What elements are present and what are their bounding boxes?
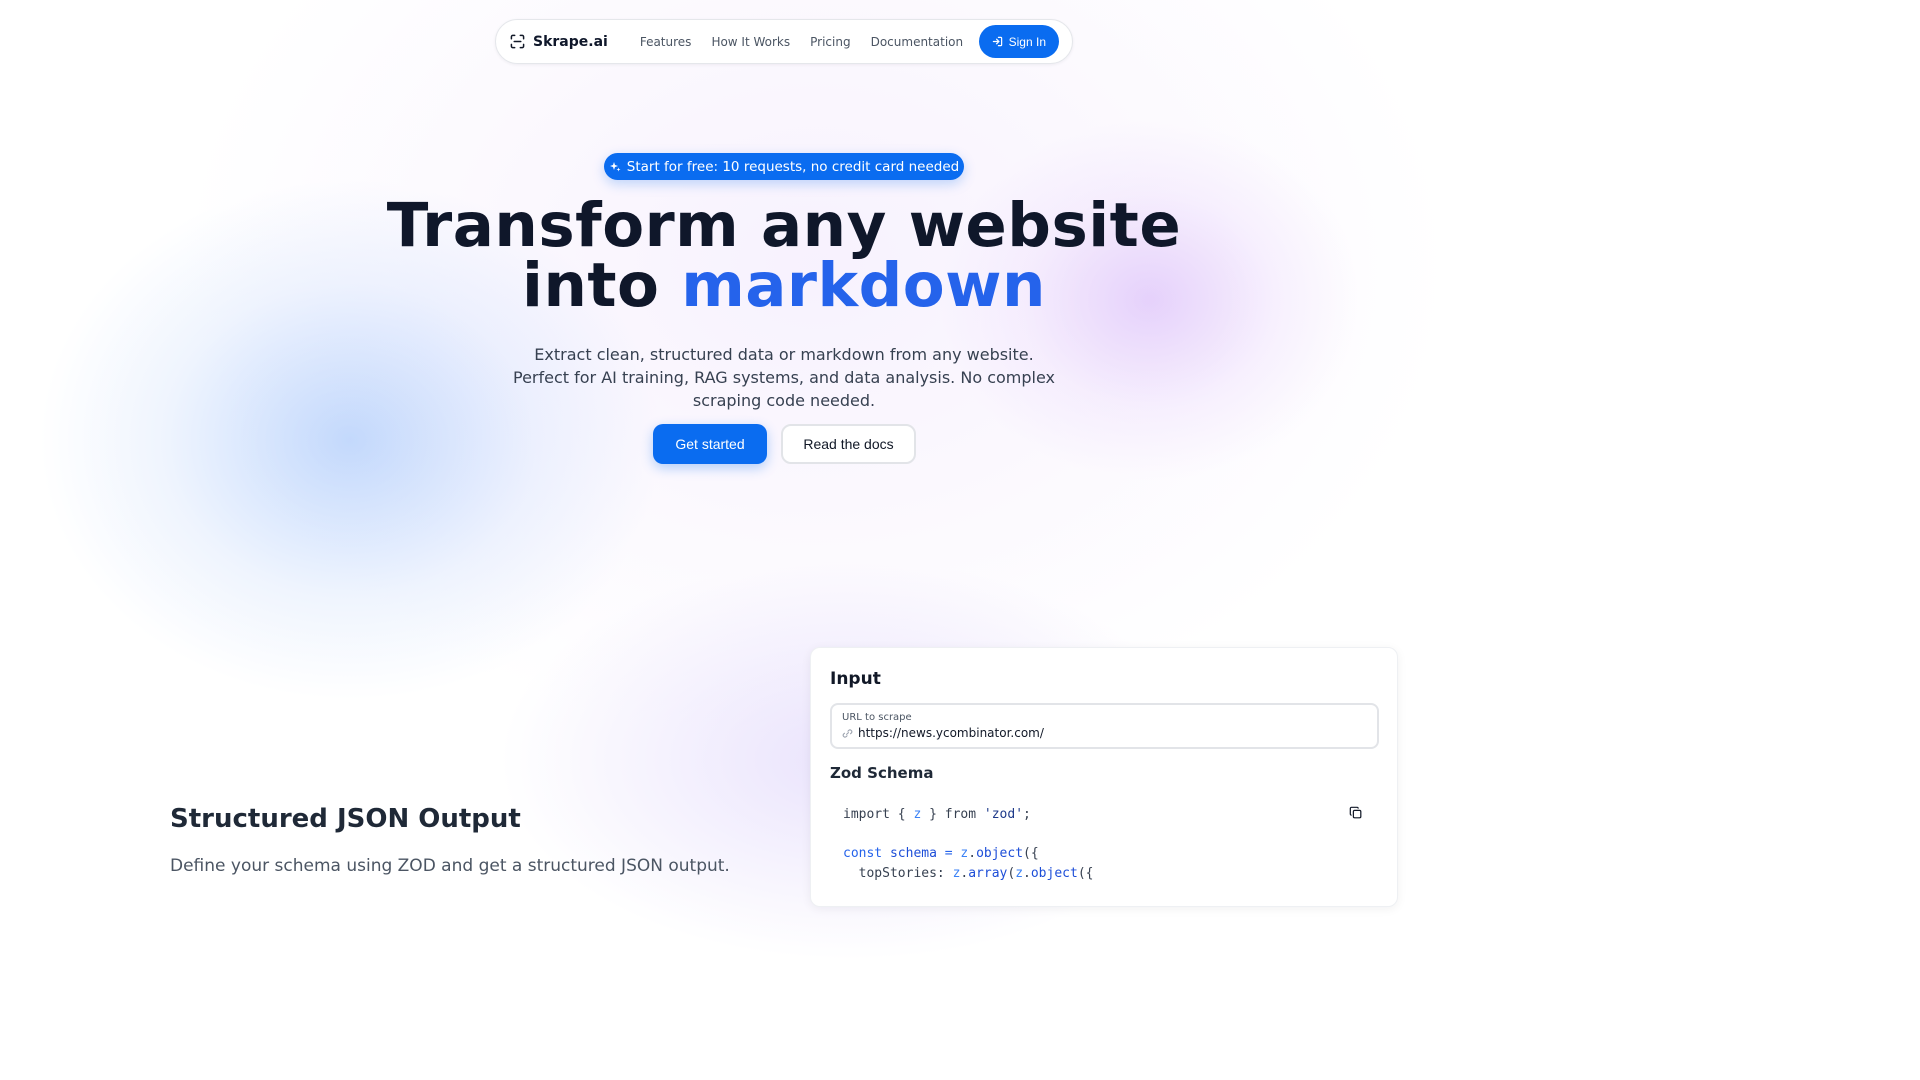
sign-in-label: Sign In [1008, 34, 1046, 49]
nav-link-pricing[interactable]: Pricing [810, 35, 850, 49]
headline-into: into [522, 250, 660, 321]
url-input-value: https://news.ycombinator.com/ [858, 726, 1044, 740]
code-token: z [1015, 865, 1024, 881]
zod-schema-title: Zod Schema [830, 764, 934, 782]
url-input-label: URL to scrape [842, 712, 912, 723]
read-docs-button[interactable]: Read the docs [781, 424, 916, 464]
code-token: array [968, 865, 1008, 881]
login-icon [992, 36, 1003, 47]
code-token: topStories: [843, 865, 953, 881]
hero-subtitle: Extract clean, structured data or markdo… [512, 345, 1055, 410]
nav-link-documentation[interactable]: Documentation [871, 35, 964, 49]
brand-logo-link[interactable]: Skrape.ai [510, 34, 608, 50]
code-token: import [843, 807, 890, 822]
copy-code-button[interactable] [1349, 806, 1365, 822]
code-token: schema [889, 846, 937, 861]
code-token: . [968, 846, 977, 861]
zod-schema-code: import { z } from 'zod'; const schema = … [843, 805, 1093, 883]
code-token: . [1023, 865, 1031, 881]
code-token: = [936, 846, 961, 861]
badge-text: Start for free: 10 requests, no credit c… [626, 158, 960, 175]
code-token: { [889, 807, 914, 822]
free-trial-badge: Start for free: 10 requests, no credit c… [604, 153, 964, 180]
code-token: ; [1023, 807, 1031, 822]
input-card-title: Input [830, 669, 881, 689]
headline-accent: markdown [681, 250, 1046, 321]
code-line-3: const schema = z.object({ [843, 846, 1039, 861]
code-token: object [976, 846, 1024, 861]
feature-title: Structured JSON Output [170, 804, 521, 834]
url-input-field[interactable]: URL to scrape https://news.ycombinator.c… [830, 703, 1379, 749]
code-line-4: topStories: z.array(z.object({ [843, 865, 1094, 881]
hero-headline: Transform any website into markdown [0, 195, 1568, 316]
link-icon [842, 728, 853, 739]
hero-cta-row: Get started Read the docs [653, 424, 916, 464]
code-token: ({ [1077, 865, 1094, 881]
code-token: object [1030, 865, 1078, 881]
nav-link-how-it-works[interactable]: How It Works [711, 35, 790, 49]
copy-icon [1349, 806, 1363, 822]
code-line-1: import { z } from 'zod'; [843, 807, 1031, 822]
nav-link-features[interactable]: Features [640, 35, 692, 49]
code-token: ({ [1023, 846, 1039, 861]
sign-in-button[interactable]: Sign In [978, 25, 1059, 58]
code-token: const [843, 846, 883, 861]
get-started-button[interactable]: Get started [653, 424, 767, 464]
feature-description: Define your schema using ZOD and get a s… [170, 856, 730, 876]
sparkles-icon [609, 161, 621, 173]
code-token: from [944, 807, 977, 822]
scan-icon [510, 34, 525, 49]
nav-links: Features How It Works Pricing Documentat… [640, 35, 979, 49]
code-token: } [921, 807, 945, 822]
url-value-row: https://news.ycombinator.com/ [842, 726, 1044, 740]
code-token: 'zod' [983, 807, 1024, 822]
input-card: Input URL to scrape https://news.ycombin… [810, 647, 1398, 907]
top-navbar: Skrape.ai Features How It Works Pricing … [495, 19, 1073, 64]
brand-name: Skrape.ai [533, 33, 608, 50]
